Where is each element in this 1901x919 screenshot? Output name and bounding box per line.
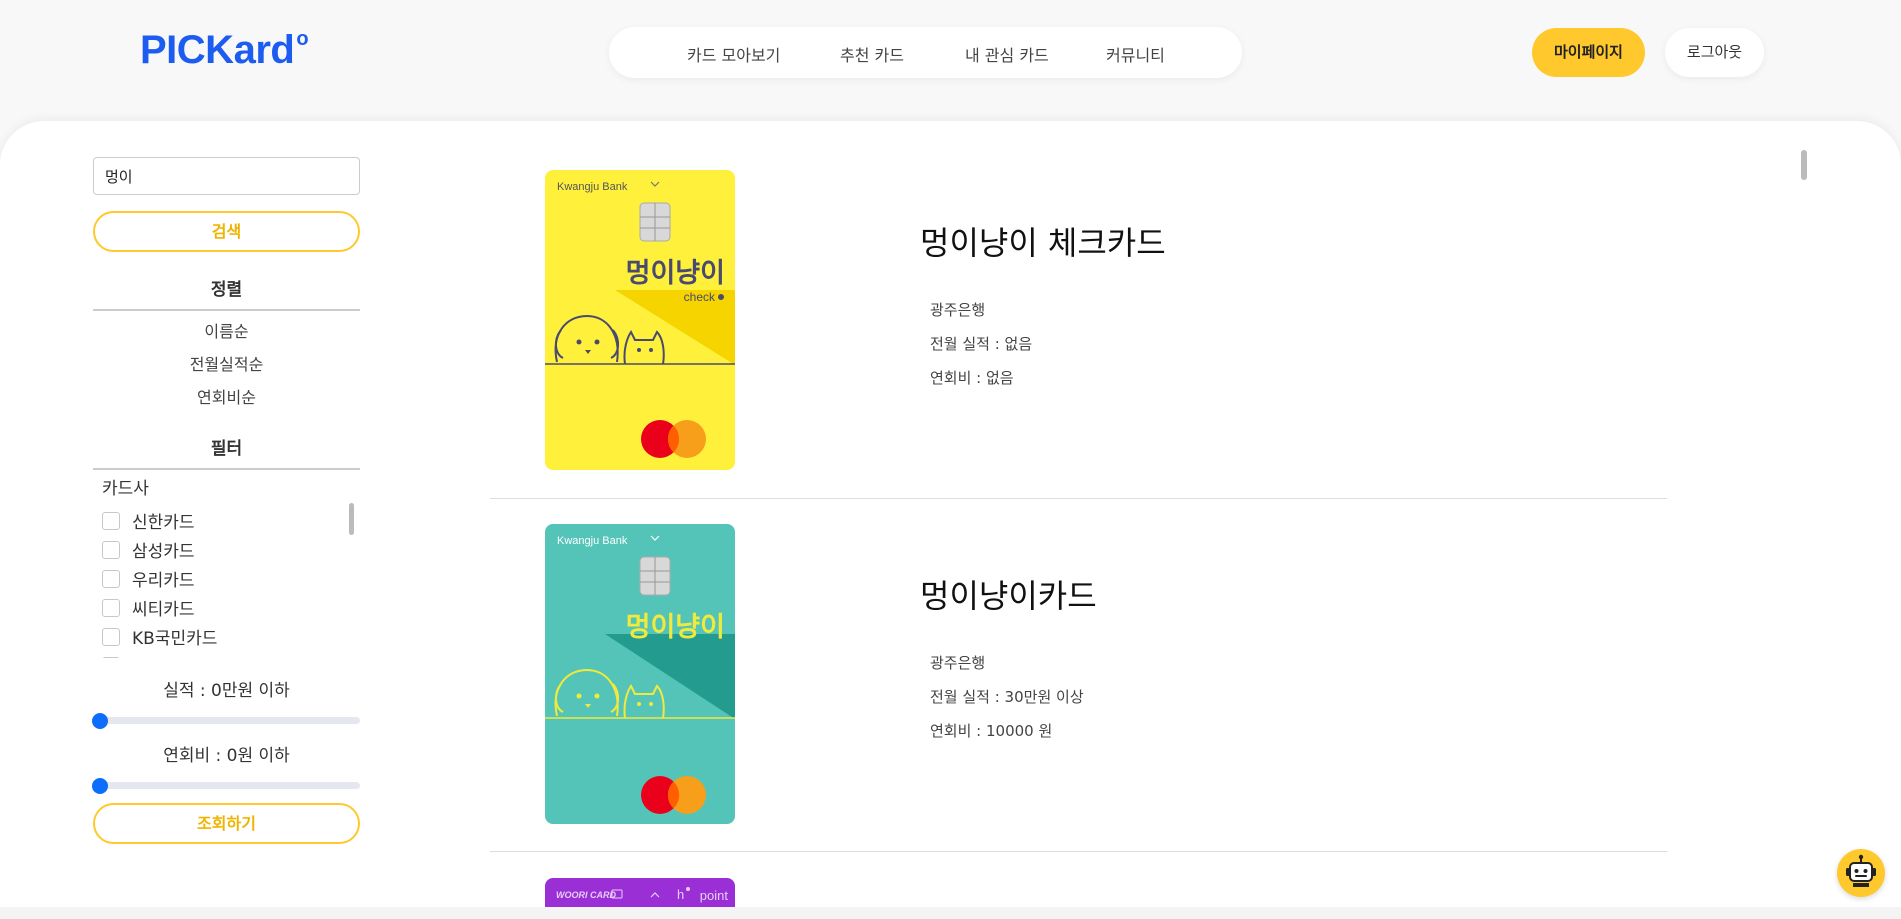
card-bank: 광주은행 xyxy=(930,301,986,319)
card-image-woori[interactable]: WOORI CARD h point xyxy=(545,878,735,907)
card-bank: 광주은행 xyxy=(930,654,986,672)
logo[interactable]: PICKard o xyxy=(140,27,309,73)
checkbox[interactable] xyxy=(102,540,120,559)
sort-option-name[interactable]: 이름순 xyxy=(93,318,360,342)
search-input[interactable] xyxy=(93,157,360,195)
card-image-mungi[interactable]: Kwangju Bank 멍이냥이 xyxy=(545,524,735,824)
issuer-label-text: 우리카드 xyxy=(132,571,195,591)
card-art: Kwangju Bank 멍이냥이 check xyxy=(545,170,735,470)
card-name[interactable]: 멍이냥이카드 xyxy=(920,571,1097,617)
main-nav: 카드 모아보기 추천 카드 내 관심 카드 커뮤니티 xyxy=(609,27,1242,78)
issuer-list-scrollbar[interactable] xyxy=(349,503,354,535)
fee-slider-thumb[interactable] xyxy=(92,778,108,794)
checkbox[interactable] xyxy=(102,569,120,588)
card-title-text: 멍이냥이 xyxy=(626,612,725,643)
issuer-label-text: 삼성카드 xyxy=(132,542,195,562)
card-performance: 전월 실적 : 없음 xyxy=(930,335,1033,353)
mypage-button[interactable]: 마이페이지 xyxy=(1532,28,1645,77)
card-bank-text: Kwangju Bank xyxy=(557,535,628,547)
card-point-text: point xyxy=(700,888,729,903)
issuer-label-text: 씨티카드 xyxy=(132,600,195,620)
issuer-label: 카드사 xyxy=(102,479,149,499)
card-bank-text: WOORI CARD xyxy=(556,890,616,900)
svg-text:h: h xyxy=(677,887,684,902)
issuer-option[interactable]: 씨티카드 xyxy=(102,593,358,622)
card-image-mungi-check[interactable]: Kwangju Bank 멍이냥이 check xyxy=(545,170,735,470)
nav-item-favorites[interactable]: 내 관심 카드 xyxy=(965,42,1049,66)
card-name[interactable]: 멍이냥이 체크카드 xyxy=(920,218,1166,264)
logo-mark: o xyxy=(296,27,309,50)
issuer-label-text: 신한카드 xyxy=(132,513,195,533)
chatbot-button[interactable] xyxy=(1837,849,1885,897)
filter-title: 필터 xyxy=(93,434,360,470)
checkbox[interactable] xyxy=(102,511,120,530)
fee-slider[interactable] xyxy=(92,778,360,794)
fee-range-label: 연회비 : 0원 이하 xyxy=(163,746,290,766)
issuer-list[interactable]: 신한카드 삼성카드 우리카드 씨티카드 KB국민카드 xyxy=(102,506,358,658)
logo-text: PICKard xyxy=(140,28,295,72)
nav-item-recommended[interactable]: 추천 카드 xyxy=(840,42,904,66)
page-bottom xyxy=(0,907,1901,919)
card-sub-text: check xyxy=(684,290,716,304)
issuer-option-partial[interactable] xyxy=(102,651,358,658)
issuer-option[interactable]: 우리카드 xyxy=(102,564,358,593)
nav-item-community[interactable]: 커뮤니티 xyxy=(1106,42,1165,66)
page-scrollbar[interactable] xyxy=(1801,150,1807,180)
card-divider xyxy=(490,498,1667,499)
card-title-text: 멍이냥이 xyxy=(626,258,725,289)
performance-slider[interactable] xyxy=(92,713,360,729)
issuer-option[interactable]: 삼성카드 xyxy=(102,535,358,564)
card-bank-text: Kwangju Bank xyxy=(557,181,628,193)
robot-icon xyxy=(1846,854,1876,887)
performance-range-label: 실적 : 0만원 이하 xyxy=(163,681,290,701)
search-button[interactable]: 검색 xyxy=(93,211,360,252)
card-fee: 연회비 : 10000 원 xyxy=(930,722,1053,740)
checkbox[interactable] xyxy=(102,598,120,617)
card-art: WOORI CARD h point xyxy=(545,878,735,907)
checkbox[interactable] xyxy=(102,627,120,646)
card-divider xyxy=(490,851,1667,852)
apply-filter-button[interactable]: 조회하기 xyxy=(93,803,360,844)
issuer-label-text: KB국민카드 xyxy=(132,629,218,649)
sort-option-fee[interactable]: 연회비순 xyxy=(93,384,360,408)
checkbox[interactable] xyxy=(102,656,120,658)
card-fee: 연회비 : 없음 xyxy=(930,369,1014,387)
issuer-option[interactable]: KB국민카드 xyxy=(102,622,358,651)
logout-button[interactable]: 로그아웃 xyxy=(1665,28,1764,77)
nav-item-card-browse[interactable]: 카드 모아보기 xyxy=(687,42,780,66)
issuer-option[interactable]: 신한카드 xyxy=(102,506,358,535)
card-art: Kwangju Bank 멍이냥이 xyxy=(545,524,735,824)
performance-slider-thumb[interactable] xyxy=(92,713,108,729)
sort-title: 정렬 xyxy=(93,275,360,311)
card-performance: 전월 실적 : 30만원 이상 xyxy=(930,688,1084,706)
sort-option-performance[interactable]: 전월실적순 xyxy=(93,351,360,375)
